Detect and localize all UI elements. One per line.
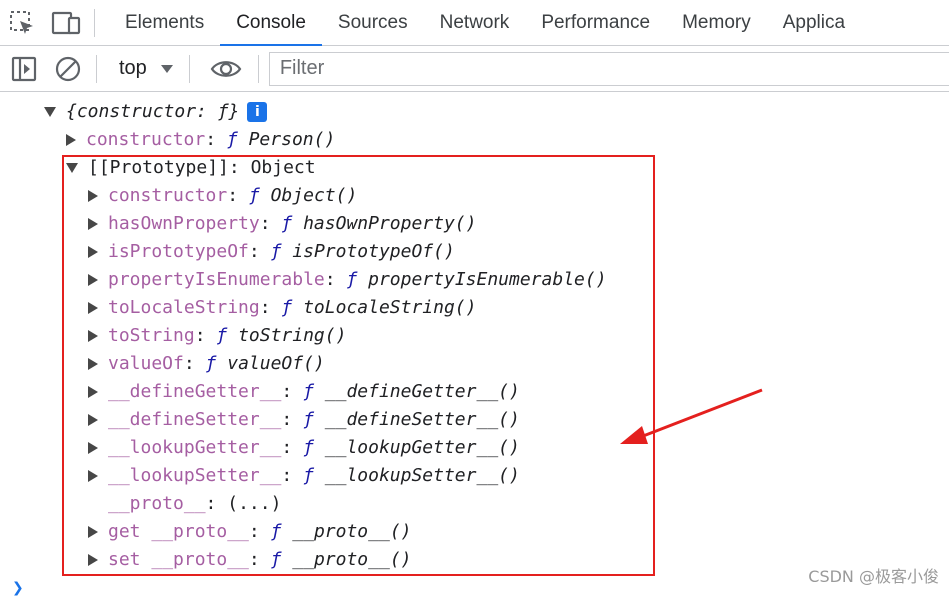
console-toolbar: top [0, 46, 949, 92]
tab-sources[interactable]: Sources [322, 0, 424, 45]
object-preview: {constructor: ƒ} [66, 101, 240, 122]
info-icon[interactable]: i [247, 102, 268, 122]
expand-triangle-icon[interactable] [44, 107, 56, 117]
tab-network[interactable]: Network [424, 0, 526, 45]
filter-box [268, 51, 949, 86]
object-root-row[interactable]: {constructor: ƒ} i [44, 98, 268, 126]
property-value: Person() [248, 129, 336, 150]
toolbar-divider [188, 54, 190, 83]
collapse-triangle-icon[interactable] [66, 134, 76, 146]
console-prompt-icon[interactable]: ❯ [12, 580, 24, 596]
caret-down-icon [160, 64, 173, 73]
inspect-element-icon[interactable] [0, 0, 44, 45]
toolbar-divider [257, 54, 259, 83]
clear-console-icon[interactable] [48, 46, 88, 91]
function-mark: ƒ [226, 129, 238, 150]
devtools-tab-bar: Elements Console Sources Network Performance… [0, 0, 949, 46]
context-selector-label: top [119, 57, 147, 79]
toolbar-divider [96, 54, 97, 83]
highlight-box [62, 155, 655, 576]
console-output: {constructor: ƒ} i constructor: ƒ Person(… [0, 92, 949, 592]
tab-memory[interactable]: Memory [666, 0, 767, 45]
watermark: CSDN @极客小俊 [808, 567, 939, 586]
live-expression-eye-icon[interactable] [204, 46, 248, 91]
tab-performance[interactable]: Performance [525, 0, 666, 45]
annotation-arrow-icon [620, 388, 763, 444]
sidebar-toggle-icon[interactable] [4, 46, 44, 91]
tab-elements[interactable]: Elements [109, 0, 220, 45]
toolbar-divider [94, 8, 95, 37]
context-selector[interactable]: top [119, 46, 173, 91]
tab-console[interactable]: Console [220, 0, 322, 46]
constructor-row[interactable]: constructor: ƒ Person() [66, 126, 335, 154]
tab-applica[interactable]: Applica [767, 0, 861, 45]
device-toolbar-icon[interactable] [44, 0, 88, 45]
property-key: constructor [86, 129, 206, 150]
filter-input[interactable] [277, 56, 949, 81]
